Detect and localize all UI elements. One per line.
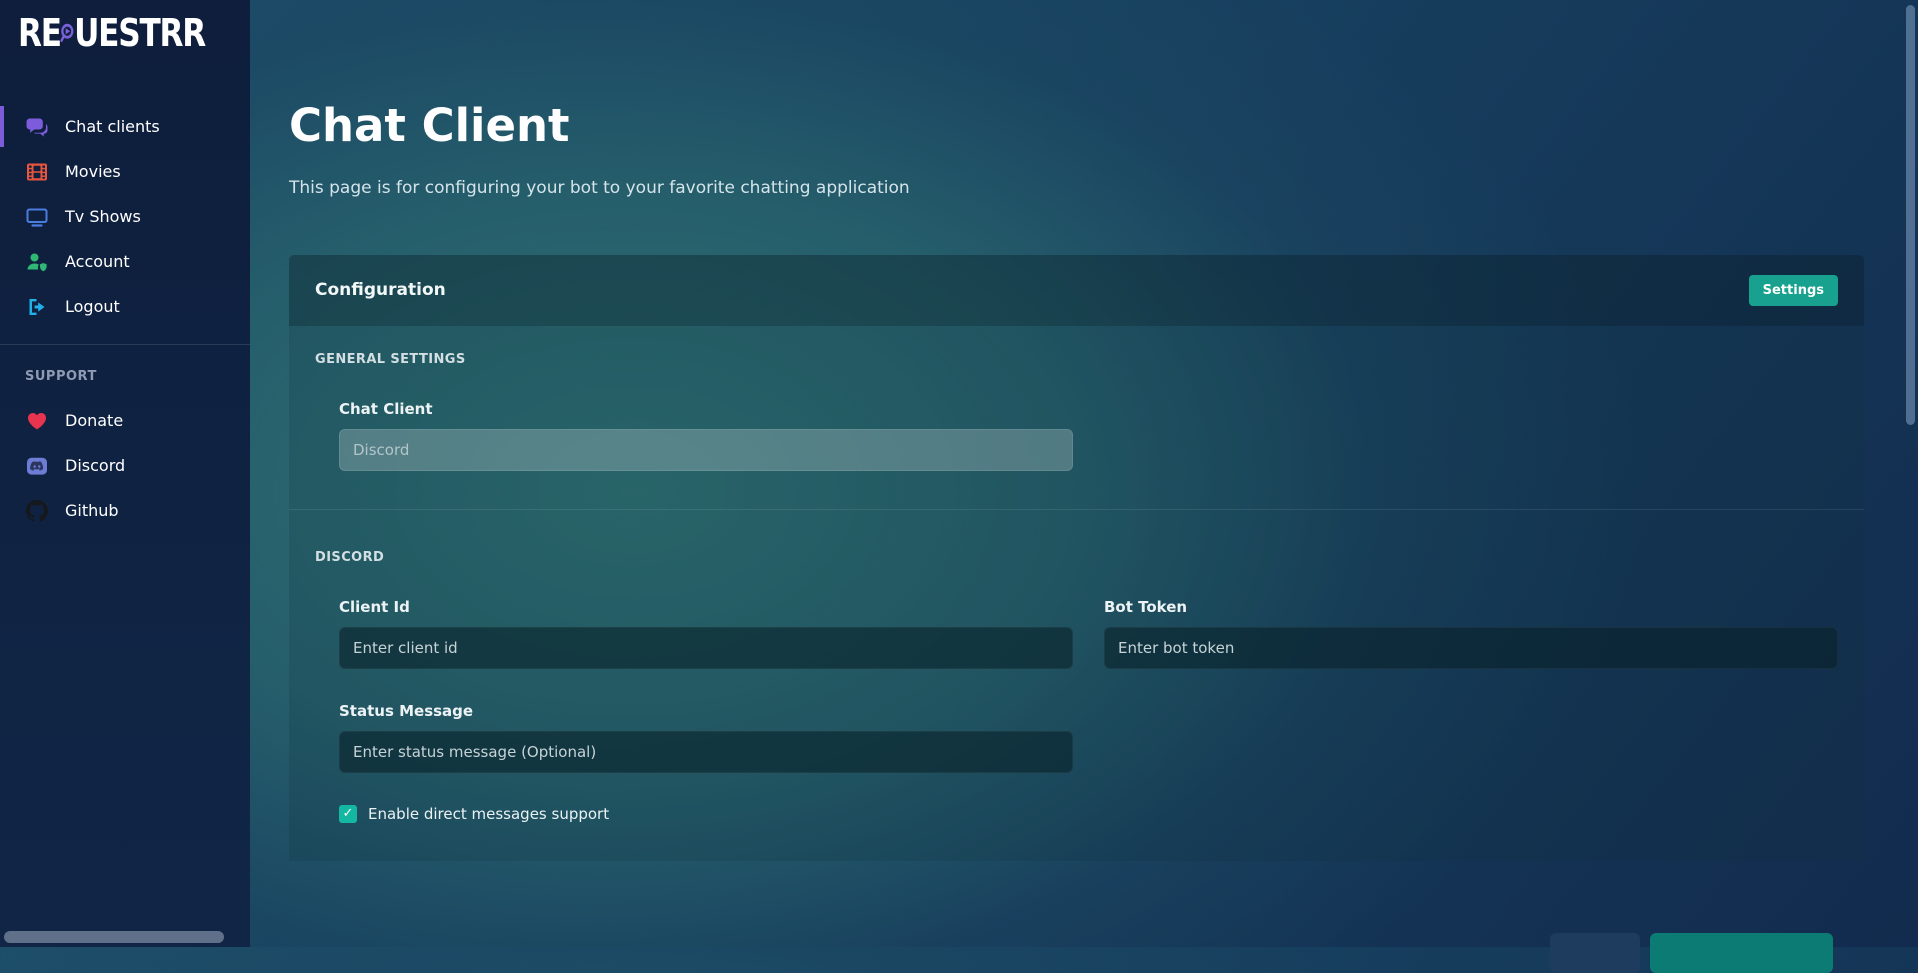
- sidebar-item-movies[interactable]: Movies: [0, 149, 250, 194]
- sidebar-item-tv-shows[interactable]: Tv Shows: [0, 194, 250, 239]
- chat-client-selected-value: Discord: [353, 441, 409, 459]
- dm-support-checkbox-label: Enable direct messages support: [368, 805, 609, 823]
- sidebar-item-label: Donate: [65, 411, 123, 430]
- vertical-scrollbar-thumb[interactable]: [1906, 5, 1915, 425]
- sidebar-item-label: Tv Shows: [65, 207, 141, 226]
- user-shield-icon: [25, 250, 49, 274]
- sign-out-icon: [25, 295, 49, 319]
- film-icon: [25, 160, 49, 184]
- logo-text-post: UESTRR: [74, 14, 205, 52]
- configuration-panel-header: Configuration Settings: [289, 255, 1864, 326]
- sidebar-item-label: Discord: [65, 456, 125, 475]
- footer-secondary-button[interactable]: [1550, 933, 1640, 973]
- discord-section-header: DISCORD: [315, 550, 1838, 565]
- support-nav: Donate Discord: [0, 398, 250, 533]
- chat-bubbles-icon: [25, 115, 49, 139]
- sidebar-item-account[interactable]: Account: [0, 239, 250, 284]
- general-settings-header: GENERAL SETTINGS: [315, 352, 1838, 367]
- sidebar-item-label: Logout: [65, 297, 120, 316]
- bot-token-input[interactable]: [1104, 627, 1838, 669]
- logo-text-pre: RE: [18, 14, 61, 52]
- tv-icon: [25, 205, 49, 229]
- discord-icon: [25, 454, 49, 478]
- bot-token-label: Bot Token: [1104, 598, 1838, 616]
- discord-section: DISCORD Client Id Bot Token Status Messa…: [289, 509, 1864, 861]
- dm-support-checkbox-row[interactable]: ✓ Enable direct messages support: [339, 805, 1073, 823]
- sidebar-item-logout[interactable]: Logout: [0, 284, 250, 329]
- general-settings-section: GENERAL SETTINGS Chat Client Discord: [289, 326, 1864, 509]
- status-message-input[interactable]: [339, 731, 1073, 773]
- sidebar-item-donate[interactable]: Donate: [0, 398, 250, 443]
- footer-primary-button[interactable]: [1650, 933, 1833, 973]
- sidebar-item-label: Account: [65, 252, 130, 271]
- panel-title: Configuration: [315, 280, 446, 300]
- client-id-label: Client Id: [339, 598, 1073, 616]
- horizontal-scrollbar-thumb[interactable]: [4, 931, 224, 943]
- dm-support-checkbox[interactable]: ✓: [339, 805, 357, 823]
- page-description: This page is for configuring your bot to…: [289, 178, 1864, 198]
- app-root: RE UESTRR Chat clients: [0, 0, 1918, 947]
- main-content: Chat Client This page is for configuring…: [250, 0, 1918, 947]
- chat-client-label: Chat Client: [339, 400, 1838, 418]
- github-icon: [25, 499, 49, 523]
- settings-button[interactable]: Settings: [1749, 275, 1838, 306]
- app-logo: RE UESTRR: [0, 12, 205, 54]
- sidebar-item-discord[interactable]: Discord: [0, 443, 250, 488]
- sidebar-item-chat-clients[interactable]: Chat clients: [0, 104, 250, 149]
- heart-icon: [25, 409, 49, 433]
- sidebar-item-label: Movies: [65, 162, 121, 181]
- bot-token-field-group: Bot Token: [1104, 565, 1838, 669]
- client-id-field-group: Client Id: [339, 565, 1073, 669]
- configuration-panel-body: GENERAL SETTINGS Chat Client Discord DIS…: [289, 326, 1864, 861]
- page-title: Chat Client: [289, 0, 1864, 152]
- support-section-header: SUPPORT: [0, 345, 250, 384]
- sidebar-item-label: Github: [65, 501, 119, 520]
- sidebar-item-github[interactable]: Github: [0, 488, 250, 533]
- chat-client-select[interactable]: Discord: [339, 429, 1073, 471]
- configuration-panel: Configuration Settings GENERAL SETTINGS …: [289, 255, 1864, 861]
- sidebar-nav: Chat clients Movies: [0, 104, 250, 329]
- magnifier-play-icon: [60, 12, 75, 54]
- status-message-field-group: Status Message: [339, 669, 1073, 773]
- client-id-input[interactable]: [339, 627, 1073, 669]
- status-message-label: Status Message: [339, 702, 1073, 720]
- sidebar-item-label: Chat clients: [65, 117, 160, 136]
- sidebar: RE UESTRR Chat clients: [0, 0, 250, 947]
